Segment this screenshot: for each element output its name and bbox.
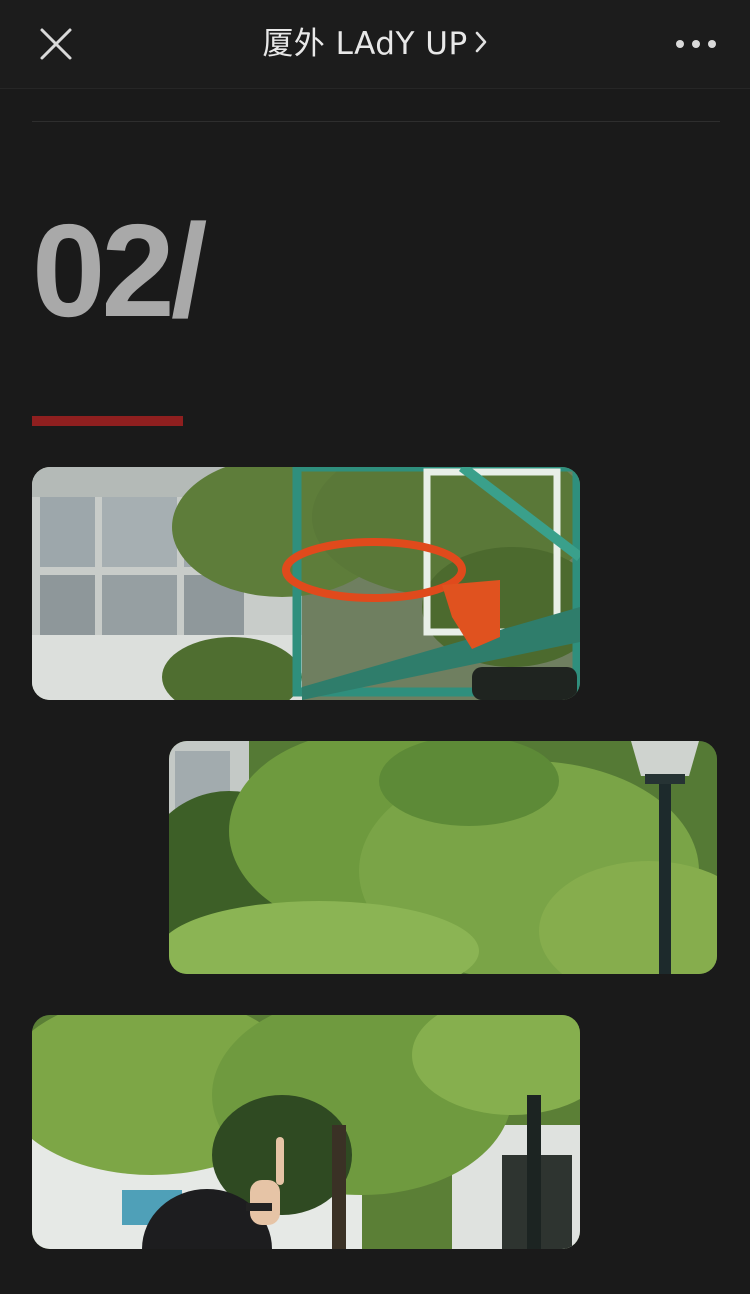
section-number: 02/ bbox=[32, 197, 207, 344]
photo-trees-lamp-post[interactable] bbox=[169, 741, 717, 974]
top-divider bbox=[32, 121, 720, 122]
more-options-button[interactable] bbox=[674, 24, 718, 64]
account-name: 厦外 LAdY UP bbox=[262, 26, 468, 62]
account-name-link[interactable]: 厦外 LAdY UP bbox=[0, 22, 750, 66]
accent-bar bbox=[32, 416, 183, 426]
photo-trees-person-pointing[interactable] bbox=[32, 1015, 580, 1249]
top-navbar: 厦外 LAdY UP bbox=[0, 0, 750, 89]
chevron-right-icon bbox=[474, 22, 488, 66]
photo-basketball-hoop[interactable] bbox=[32, 467, 580, 700]
